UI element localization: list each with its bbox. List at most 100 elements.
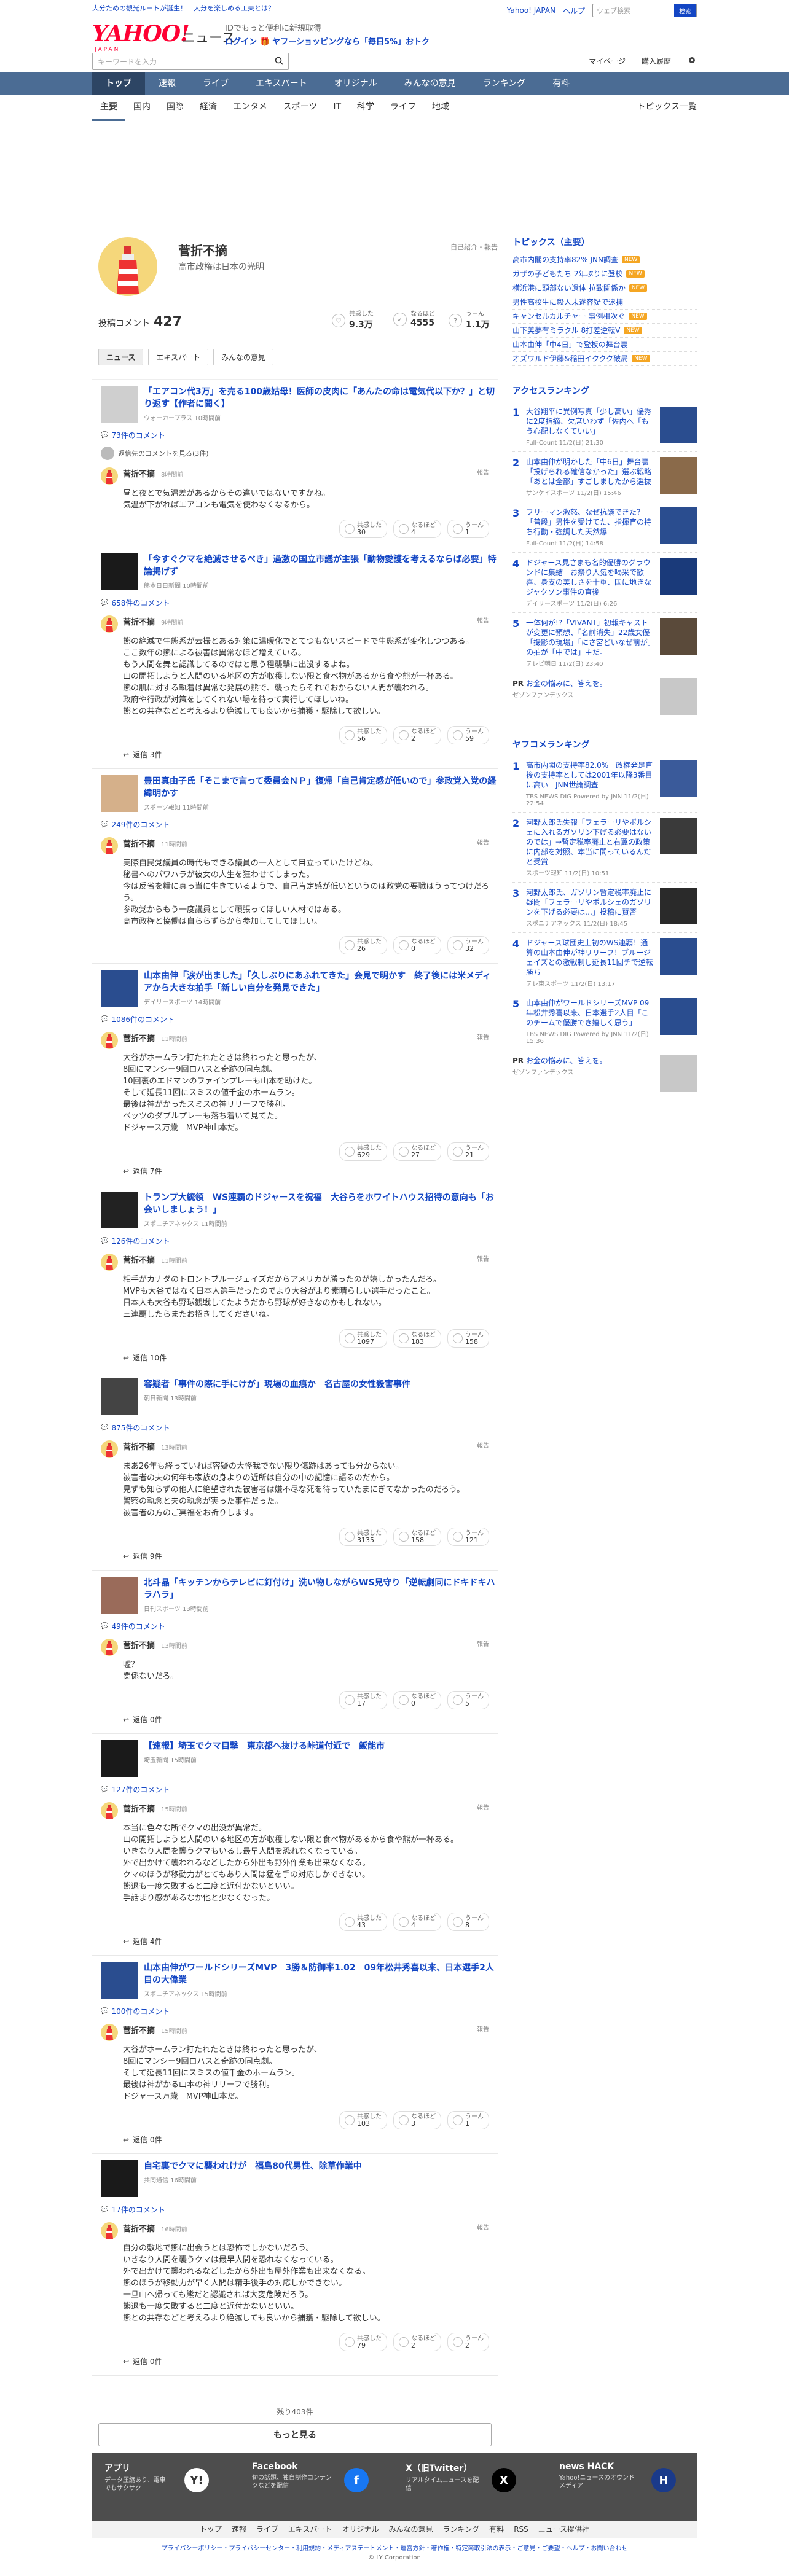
- naruhodo-button[interactable]: なるほど 0: [393, 1691, 441, 1709]
- news-search-input[interactable]: キーワードを入力: [92, 53, 289, 70]
- comment-count-link[interactable]: 💬 17件のコメント: [101, 2204, 498, 2215]
- comment-author-name[interactable]: 菅折不摘: [123, 1443, 155, 1452]
- gear-icon[interactable]: [687, 55, 697, 67]
- topic-item[interactable]: ガザの子どもたち 2年ぶりに登校 NEW: [512, 267, 697, 281]
- empathy-button[interactable]: 共感した 1097: [339, 1329, 387, 1348]
- article-title[interactable]: 「今すぐクマを絶滅させるべき」過激の国立市議が主張「動物愛護を考えるならば必要」…: [144, 553, 498, 578]
- naruhodo-button[interactable]: なるほど 2: [393, 726, 441, 744]
- article-link[interactable]: 「エアコン代3万」を売る100歳姑母！医師の皮肉に「あんたの命は電気代以下か？」…: [92, 386, 498, 423]
- replies-toggle[interactable]: ↩ 返信 0件: [123, 2356, 489, 2367]
- footer-newshack[interactable]: news HACK Yahoo!ニュースのオウンドメディア H: [559, 2462, 676, 2492]
- uun-button[interactable]: うーん 59: [447, 726, 489, 744]
- comment-count-link[interactable]: 💬 875件のコメント: [101, 1423, 498, 1433]
- gnav-flash[interactable]: 速報: [145, 72, 189, 95]
- comment-count-link[interactable]: 💬 249件のコメント: [101, 819, 498, 830]
- profile-report-link[interactable]: 自己紹介・報告: [450, 242, 498, 252]
- replies-toggle[interactable]: ↩ 返信 0件: [123, 1714, 489, 1725]
- help-link[interactable]: ヘルプ: [563, 6, 585, 16]
- empathy-button[interactable]: 共感した 26: [339, 936, 387, 954]
- empathy-button[interactable]: 共感した 629: [339, 1142, 387, 1161]
- comment-count-link[interactable]: 💬 73件のコメント: [101, 430, 498, 440]
- login-link[interactable]: ログイン 🎁 ヤフーショッピングなら「毎日5%」おトク: [225, 36, 430, 49]
- cnav-science[interactable]: 科学: [349, 95, 382, 121]
- footer-x[interactable]: X（旧Twitter） リアルタイムニュースを配信 X: [406, 2462, 516, 2492]
- article-title[interactable]: 「エアコン代3万」を売る100歳姑母！医師の皮肉に「あんたの命は電気代以下か？」…: [144, 386, 498, 410]
- ranking-item[interactable]: 1 大谷翔平に異例写真「少し高い」優秀に2度指摘、欠席いわず「佐内へ「もう心配しな…: [512, 402, 697, 452]
- report-link[interactable]: 報告: [477, 615, 489, 625]
- article-title[interactable]: 北斗晶「キッチンからテレビに釘付け」洗い物しながらWS見守り「逆転劇同にドキドキ…: [144, 1577, 498, 1601]
- comment-count-link[interactable]: 💬 127件のコメント: [101, 1784, 498, 1795]
- footer-nav-item[interactable]: トップ: [200, 2521, 222, 2538]
- top-strip-promo[interactable]: 大分ための観光ルートが誕生！ 大分を楽しめる工夫とは？: [92, 4, 275, 12]
- naruhodo-button[interactable]: なるほど 27: [393, 1142, 441, 1161]
- topic-item[interactable]: キャンセルカルチャー 事例相次ぐ NEW: [512, 310, 697, 324]
- show-more-button[interactable]: もっと見る: [98, 2423, 492, 2446]
- topic-title[interactable]: 男性高校生に殺人未遂容疑で逮捕: [512, 295, 623, 309]
- replies-toggle[interactable]: ↩ 返信 4件: [123, 1936, 489, 1946]
- report-link[interactable]: 報告: [477, 1032, 489, 1041]
- footer-nav-item[interactable]: ランキング: [443, 2521, 480, 2538]
- ranking-item[interactable]: 1 高市内閣の支持率82.0% 政権発足直後の支持率としては2001年以降3番目に…: [512, 755, 697, 813]
- comment-author-name[interactable]: 菅折不摘: [123, 840, 155, 849]
- comment-author-name[interactable]: 菅折不摘: [123, 470, 155, 479]
- replies-toggle[interactable]: ↩ 返信 7件: [123, 1166, 489, 1176]
- yahoo-logo[interactable]: YAHOO!: [92, 21, 190, 47]
- article-title[interactable]: 豊田真由子氏「そこまで言って委員会ＮＰ」復帰「自己肯定感が低いので」参政党入党の…: [144, 775, 498, 800]
- article-link[interactable]: 山本由伸がワールドシリーズMVP 3勝＆防御率1.02 09年松井秀喜以来、日本…: [92, 1962, 498, 1999]
- ranking-item[interactable]: 3 フリーマン激怒、なぜ抗議できた？「普段」男性を受けてた、指揮官の持ち行動・強調…: [512, 502, 697, 553]
- article-link[interactable]: 容疑者「事件の際に手にけが」現場の血痕か 名古屋の女性殺害事件 朝日新聞 13時間…: [92, 1378, 498, 1415]
- gnav-live[interactable]: ライブ: [189, 72, 242, 95]
- ranking-item[interactable]: 4 ドジャース球団史上初のWS連覇！通算の山本由伸が神リリーフ！ブルージェイズとの…: [512, 933, 697, 993]
- naruhodo-button[interactable]: なるほど 4: [393, 520, 441, 538]
- article-title[interactable]: トランプ大統領 WS連覇のドジャースを祝福 大谷らをホワイトハウス招待の意向も「…: [144, 1192, 498, 1216]
- comment-author-name[interactable]: 菅折不摘: [123, 2026, 155, 2035]
- rank-title[interactable]: 山本由伸が明かした「中6日」舞台裏「投げられる確信なかった」選ぶ戦略「あとは全部…: [526, 457, 655, 486]
- topic-item[interactable]: オズワルド伊藤&稲田イククク破局 NEW: [512, 352, 697, 366]
- cnav-world[interactable]: 国際: [159, 95, 192, 121]
- ranking-item[interactable]: 2 山本由伸が明かした「中6日」舞台裏「投げられる確信なかった」選ぶ戦略「あとは全…: [512, 452, 697, 502]
- uun-button[interactable]: うーん 5: [447, 1691, 489, 1709]
- gnav-expert[interactable]: エキスパート: [242, 72, 321, 95]
- comment-author[interactable]: 菅折不摘 16時間前: [123, 2222, 489, 2234]
- cnav-life[interactable]: ライフ: [382, 95, 424, 121]
- topic-item[interactable]: 山本由伸「中4日」で登板の舞台裏: [512, 338, 697, 352]
- comment-author[interactable]: 菅折不摘 13時間前: [123, 1639, 489, 1650]
- rank-title[interactable]: ドジャース見さまも名的優勝のグラウンドに集結 お祭り人気を喝采で歓喜、身支の美し…: [526, 558, 655, 597]
- replies-toggle[interactable]: ↩ 返信 3件: [123, 749, 489, 760]
- cnav-domestic[interactable]: 国内: [125, 95, 159, 121]
- uun-button[interactable]: うーん 1: [447, 2111, 489, 2129]
- footer-nav-item[interactable]: オリジナル: [342, 2521, 379, 2538]
- mypage-link[interactable]: マイページ: [589, 56, 626, 66]
- report-link[interactable]: 報告: [477, 1254, 489, 1263]
- article-link[interactable]: 【速報】埼玉でクマ目撃 東京都へ抜ける峠道付近で 飯能市 埼玉新聞 15時間前: [92, 1740, 498, 1777]
- cnav-entertainment[interactable]: エンタメ: [225, 95, 275, 121]
- ranking-item[interactable]: 5 一体何が!?「VIVANT」初報キャストが変更に預想、「名前消失」22歳女優「…: [512, 613, 697, 673]
- report-link[interactable]: 報告: [477, 1440, 489, 1450]
- comment-author[interactable]: 菅折不摘 11時間前: [123, 1032, 489, 1044]
- pr-block[interactable]: PR お金の悩みに、答えを。 ゼゾンファンデックス: [512, 673, 697, 720]
- web-search-button[interactable]: 検索: [674, 4, 696, 17]
- rank-title[interactable]: 山本由伸がワールドシリーズMVP 09年松井秀喜以来、日本選手2人目「このチーム…: [526, 998, 655, 1028]
- report-link[interactable]: 報告: [477, 1802, 489, 1811]
- topic-item[interactable]: 山下美夢有ミラクル 8打差逆転V NEW: [512, 324, 697, 338]
- comment-author[interactable]: 菅折不摘 13時間前: [123, 1440, 489, 1452]
- article-link[interactable]: 北斗晶「キッチンからテレビに釘付け」洗い物しながらWS見守り「逆転劇同にドキドキ…: [92, 1577, 498, 1614]
- empathy-button[interactable]: 共感した 103: [339, 2111, 387, 2129]
- comment-author-name[interactable]: 菅折不摘: [123, 2225, 155, 2234]
- cnav-sports[interactable]: スポーツ: [275, 95, 326, 121]
- gnav-top[interactable]: トップ: [92, 72, 145, 95]
- tab-news[interactable]: ニュース: [98, 349, 144, 365]
- comment-author[interactable]: 菅折不摘 11時間前: [123, 1254, 489, 1265]
- rank-title[interactable]: 河野太郎氏、ガソリン暫定税率廃止に疑問「フェラーリやポルシェのガソリンを下げる必…: [526, 888, 655, 917]
- naruhodo-button[interactable]: なるほど 4: [393, 1913, 441, 1931]
- rank-title[interactable]: ドジャース球団史上初のWS連覇！通算の山本由伸が神リリーフ！ブルージェイズとの激…: [526, 938, 655, 977]
- article-title[interactable]: 山本由伸がワールドシリーズMVP 3勝＆防御率1.02 09年松井秀喜以来、日本…: [144, 1962, 498, 1986]
- reply-source-link[interactable]: 返信先のコメントを見る(3件): [101, 447, 498, 460]
- comment-count-link[interactable]: 💬 49件のコメント: [101, 1621, 498, 1631]
- web-search-input[interactable]: ウェブ検索 検索: [592, 4, 697, 17]
- report-link[interactable]: 報告: [477, 2222, 489, 2231]
- report-link[interactable]: 報告: [477, 1639, 489, 1648]
- uun-button[interactable]: うーん 1: [447, 520, 489, 538]
- access-ranking-heading[interactable]: アクセスランキング: [512, 384, 697, 397]
- ranking-item[interactable]: 3 河野太郎氏、ガソリン暫定税率廃止に疑問「フェラーリやポルシェのガソリンを下げる…: [512, 883, 697, 933]
